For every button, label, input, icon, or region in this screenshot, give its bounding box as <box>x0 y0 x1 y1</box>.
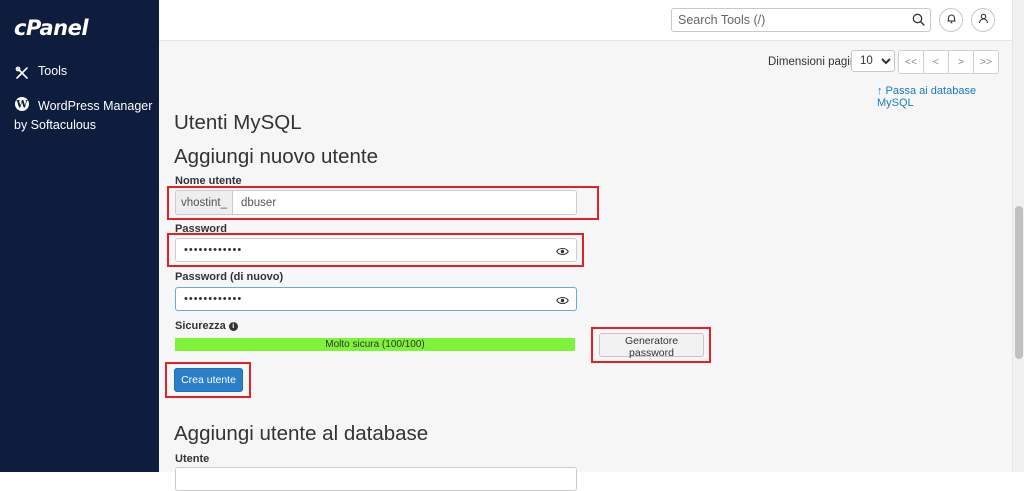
username-field: vhostint_ <box>175 190 577 215</box>
username-prefix: vhostint_ <box>176 191 233 214</box>
tools-icon <box>14 65 30 81</box>
sidebar-item-label: Tools <box>38 64 68 78</box>
wordpress-icon: W <box>14 96 30 112</box>
page-scrollbar[interactable] <box>1012 0 1024 472</box>
sidebar: cPanel Tools W WordPress Manager by Soft… <box>0 0 159 472</box>
page-title: Utenti MySQL <box>174 111 302 134</box>
bell-icon <box>946 11 957 29</box>
username-input[interactable] <box>233 191 576 214</box>
password-strength-bar: Molto sicura (100/100) <box>175 338 575 351</box>
strength-label: Sicurezza i <box>175 320 238 332</box>
top-bar <box>159 0 1012 41</box>
sidebar-item-sublabel: by Softaculous <box>14 118 96 132</box>
pagination: << < > >> <box>898 50 999 74</box>
user-menu-button[interactable] <box>971 8 995 32</box>
username-label: Nome utente <box>175 175 242 187</box>
info-icon[interactable]: i <box>228 322 238 331</box>
eye-icon[interactable] <box>556 293 569 311</box>
main-content: Dimensioni pagina 10 << < > >> ↑ Passa a… <box>159 41 1012 491</box>
strength-text: Molto sicura (100/100) <box>325 339 425 350</box>
last-page-button[interactable]: >> <box>973 50 999 74</box>
user-select[interactable] <box>175 467 577 491</box>
password-confirm-input[interactable] <box>176 288 552 310</box>
prev-page-button[interactable]: < <box>923 50 949 74</box>
page-size-select[interactable]: 10 <box>851 50 895 72</box>
eye-icon[interactable] <box>556 244 569 262</box>
user-select-label: Utente <box>175 453 210 465</box>
cpanel-logo[interactable]: cPanel <box>14 16 89 40</box>
goto-mysql-databases-link[interactable]: ↑ Passa ai database MySQL <box>877 85 1012 109</box>
scrollbar-thumb[interactable] <box>1015 206 1023 359</box>
password-field <box>175 238 577 262</box>
password-confirm-field <box>175 287 577 311</box>
notifications-button[interactable] <box>939 8 963 32</box>
password-label: Password <box>175 223 227 235</box>
next-page-button[interactable]: > <box>948 50 974 74</box>
password-confirm-label: Password (di nuovo) <box>175 271 284 283</box>
sidebar-item-label: WordPress Manager <box>38 99 153 113</box>
add-user-heading: Aggiungi nuovo utente <box>174 145 379 168</box>
user-icon <box>978 11 989 29</box>
create-user-button[interactable]: Crea utente <box>174 368 243 392</box>
add-user-to-db-heading: Aggiungi utente al database <box>174 422 429 445</box>
sidebar-item-wordpress-manager[interactable]: W WordPress Manager <box>14 95 152 117</box>
search-icon[interactable] <box>912 13 925 31</box>
password-input[interactable] <box>176 239 552 261</box>
strength-label-text: Sicurezza <box>175 320 226 332</box>
search-input[interactable] <box>672 9 904 31</box>
svg-text:W: W <box>15 100 28 111</box>
first-page-button[interactable]: << <box>898 50 924 74</box>
password-generator-button[interactable]: Generatore password <box>599 333 704 359</box>
page-size-label: Dimensioni pagina <box>768 56 863 68</box>
sidebar-item-tools[interactable]: Tools <box>14 64 67 81</box>
search-box <box>671 8 931 32</box>
